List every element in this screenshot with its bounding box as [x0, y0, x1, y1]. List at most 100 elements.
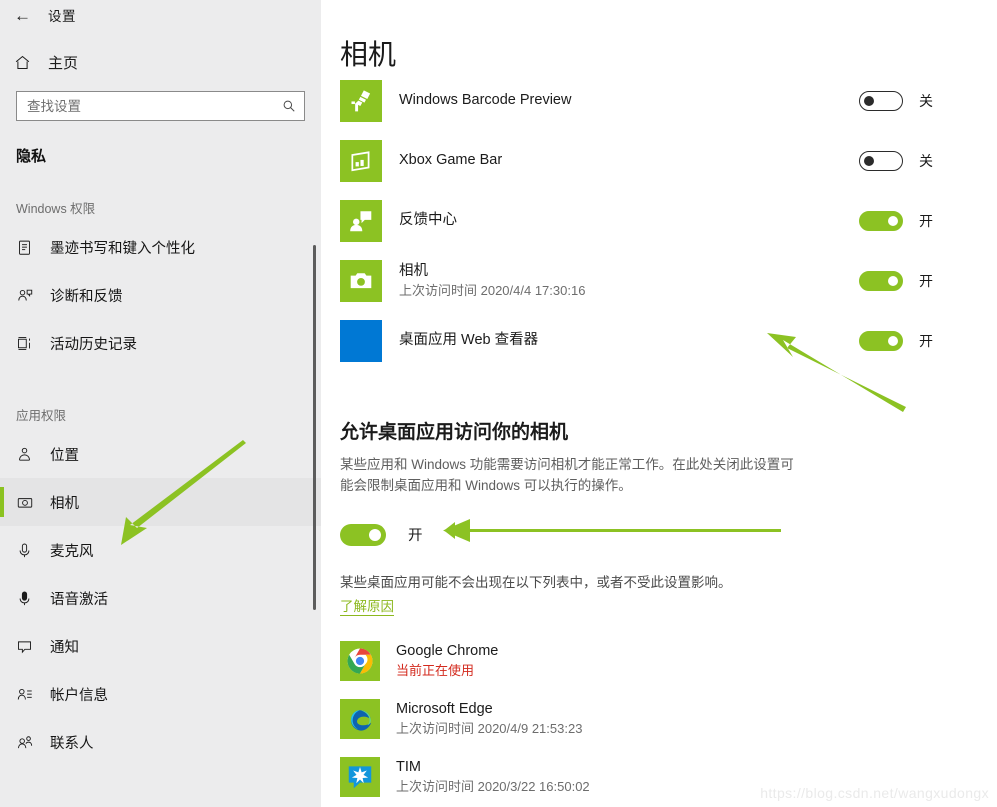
sidebar-item-microphone[interactable]: 麦克风: [0, 526, 321, 574]
clipboard-pen-icon: [16, 239, 50, 256]
app-name: 桌面应用 Web 查看器: [399, 332, 539, 349]
account-info-icon: [16, 686, 50, 703]
toggle-xbox-game-bar[interactable]: [859, 150, 903, 171]
app-row-xbox-game-bar: Xbox Game Bar 关: [340, 131, 997, 191]
settings-window: ← 设置 主页 隐私 Windows 权限: [0, 0, 997, 807]
window-title: 设置: [48, 9, 76, 24]
app-text: Google Chrome 当前正在使用: [396, 642, 997, 679]
toggle-area: 关: [859, 90, 979, 111]
sidebar-item-activity-history[interactable]: 活动历史记录: [0, 319, 321, 367]
search-box[interactable]: [16, 91, 305, 121]
sidebar-item-camera[interactable]: 相机: [0, 478, 321, 526]
sidebar-item-label: 墨迹书写和键入个性化: [50, 240, 195, 257]
app-name: Windows Barcode Preview: [399, 92, 572, 109]
app-text: 相机 上次访问时间 2020/4/4 17:30:16: [399, 262, 859, 299]
toggle-label: 开: [919, 212, 933, 229]
toggle-knob: [888, 215, 898, 226]
activity-history-icon: [16, 335, 50, 352]
camera-icon: [16, 494, 50, 511]
desktop-section-note: 某些桌面应用可能不会出现在以下列表中，或者不受此设置影响。: [340, 574, 732, 590]
sidebar-item-label: 位置: [50, 447, 79, 464]
microphone-icon: [16, 542, 50, 559]
toggle-camera[interactable]: [859, 270, 903, 291]
window-titlebar: ← 设置: [0, 0, 321, 30]
sidebar-scrollbar[interactable]: [313, 245, 316, 610]
app-row-camera: 相机 上次访问时间 2020/4/4 17:30:16 开: [340, 251, 997, 311]
learn-why-link[interactable]: 了解原因: [340, 595, 394, 616]
sidebar-item-location[interactable]: 位置: [0, 430, 321, 478]
app-text: Xbox Game Bar: [399, 151, 859, 171]
desktop-app-row-chrome: Google Chrome 当前正在使用: [340, 632, 997, 690]
app-status: 当前正在使用: [396, 662, 475, 678]
app-text: Windows Barcode Preview: [399, 91, 859, 111]
app-name: TIM: [396, 759, 421, 776]
desktop-app-row-edge: Microsoft Edge 上次访问时间 2020/4/9 21:53:23: [340, 690, 997, 748]
sidebar-item-ink-typing[interactable]: 墨迹书写和键入个性化: [0, 223, 321, 271]
app-text: Microsoft Edge 上次访问时间 2020/4/9 21:53:23: [396, 700, 997, 737]
sidebar-item-diagnostics-feedback[interactable]: 诊断和反馈: [0, 271, 321, 319]
sidebar-item-account-info[interactable]: 帐户信息: [0, 670, 321, 718]
sidebar-item-label: 相机: [50, 495, 79, 512]
app-name: Xbox Game Bar: [399, 152, 503, 169]
app-row-desktop-web-viewer: 桌面应用 Web 查看器 开: [340, 311, 997, 371]
page-title: 相机: [340, 39, 397, 70]
sidebar-item-label: 帐户信息: [50, 687, 108, 704]
sidebar-item-contacts[interactable]: 联系人: [0, 718, 321, 766]
desktop-app-list: Google Chrome 当前正在使用 Microsoft Edge 上次访问…: [340, 632, 997, 806]
sidebar-item-voice-activation[interactable]: 语音激活: [0, 574, 321, 622]
toggle-desktop-web-viewer[interactable]: [859, 330, 903, 351]
app-last-access: 上次访问时间 2020/4/4 17:30:16: [399, 282, 586, 298]
master-toggle-row: 开: [340, 523, 997, 547]
sidebar-item-label: 活动历史记录: [50, 336, 137, 353]
tim-icon: [340, 756, 380, 797]
sidebar-item-notifications[interactable]: 通知: [0, 622, 321, 670]
main-content: 相机 Windows Barcode Preview 关 Xbox Game B…: [321, 0, 997, 807]
toggle-label: 关: [919, 92, 933, 109]
toggle-feedback-hub[interactable]: [859, 210, 903, 231]
toggle-knob: [864, 95, 874, 106]
toggle-allow-desktop-apps[interactable]: [340, 523, 386, 546]
watermark: https://blog.csdn.net/wangxudongx: [760, 785, 989, 801]
home-label: 主页: [48, 54, 79, 72]
app-last-access: 上次访问时间 2020/4/9 21:53:23: [396, 720, 583, 736]
group-label-app-permissions: 应用权限: [16, 409, 67, 423]
app-row-windows-barcode-preview: Windows Barcode Preview 关: [340, 71, 997, 131]
sidebar: ← 设置 主页 隐私 Windows 权限: [0, 0, 321, 807]
person-feedback-icon: [16, 287, 50, 304]
app-name: Google Chrome: [396, 643, 499, 660]
toggle-knob: [864, 155, 874, 166]
sidebar-item-label: 麦克风: [50, 543, 94, 560]
toggle-area: 关: [859, 150, 979, 171]
sidebar-item-label: 诊断和反馈: [50, 288, 123, 305]
toggle-label: 开: [919, 332, 933, 349]
search-icon: [282, 99, 296, 113]
app-text: 反馈中心: [399, 211, 859, 231]
desktop-section-heading: 允许桌面应用访问你的相机: [340, 421, 569, 443]
toggle-knob: [369, 528, 381, 541]
app-name: 相机: [399, 263, 428, 280]
toggle-label: 关: [919, 152, 933, 169]
sidebar-item-label: 通知: [50, 639, 79, 656]
voice-activation-icon: [16, 590, 50, 607]
search-input[interactable]: [17, 92, 304, 120]
master-toggle-label: 开: [408, 528, 423, 545]
toggle-knob: [888, 335, 898, 346]
group-label-windows-permissions: Windows 权限: [16, 202, 96, 216]
app-name: 反馈中心: [399, 212, 457, 229]
toggle-windows-barcode-preview[interactable]: [859, 90, 903, 111]
feedback-hub-icon: [340, 199, 382, 242]
toggle-area: 开: [859, 210, 979, 231]
notification-icon: [16, 638, 50, 655]
sidebar-item-home[interactable]: 主页: [0, 49, 321, 75]
toggle-area: 开: [859, 270, 979, 291]
desktop-web-viewer-icon: [340, 319, 382, 362]
location-icon: [16, 446, 50, 463]
xbox-game-bar-icon: [340, 139, 382, 182]
back-arrow-icon[interactable]: ←: [14, 7, 48, 24]
toggle-knob: [888, 275, 898, 286]
sidebar-item-label: 联系人: [50, 735, 94, 752]
toggle-area: 开: [859, 330, 979, 351]
contacts-icon: [16, 734, 50, 751]
app-row-feedback-hub: 反馈中心 开: [340, 191, 997, 251]
barcode-scanner-icon: [340, 79, 382, 122]
